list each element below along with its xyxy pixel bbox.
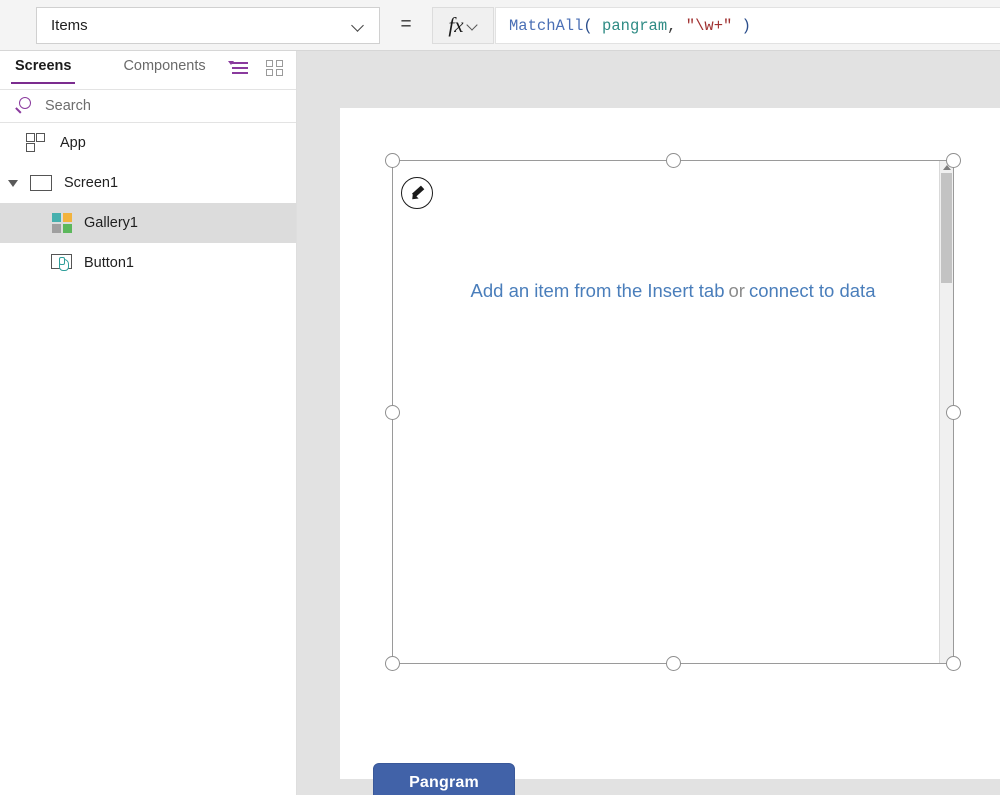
search-icon: [15, 96, 35, 116]
formula-token-string: "\w+": [685, 16, 733, 35]
resize-handle-middle-right[interactable]: [946, 404, 961, 420]
tree-item-label: Button1: [84, 255, 134, 271]
edit-gallery-button[interactable]: [401, 177, 433, 209]
formula-token-paren: ): [741, 16, 751, 35]
formula-bar: Items = fx MatchAll( pangram, "\w+" ): [0, 0, 1000, 51]
resize-handle-top-left[interactable]: [385, 153, 400, 168]
search-input[interactable]: Search: [45, 98, 91, 114]
tree-item-label: Screen1: [64, 175, 119, 191]
tree-item-app[interactable]: App: [0, 123, 296, 163]
app-layout-icon: [26, 133, 48, 153]
thumbnail-grid-icon[interactable]: [266, 59, 284, 77]
pangram-button[interactable]: Pangram: [373, 763, 515, 795]
formula-token-space: [732, 17, 741, 35]
formula-token-punct: ,: [667, 16, 677, 35]
gallery-control[interactable]: Add an item from the Insert tab or connect…: [385, 153, 961, 671]
placeholder-or-text: or: [728, 280, 745, 301]
fx-chevron-down-icon: [467, 20, 478, 31]
formula-token-ident: pangram: [602, 16, 668, 35]
screen-icon: [30, 174, 53, 192]
fx-icon: fx: [448, 13, 464, 37]
panel-tab-strip: Screens Components: [0, 51, 296, 89]
equals-sign: =: [400, 14, 412, 35]
screens-tree: App Screen1 Gallery1 Button1: [0, 123, 296, 283]
canvas-area: Add an item from the Insert tab or connect…: [297, 51, 1000, 795]
tree-item-button1[interactable]: Button1: [0, 243, 296, 283]
formula-token-fn: MatchAll: [509, 16, 584, 35]
resize-handle-bottom-left[interactable]: [385, 656, 400, 671]
pencil-icon: [409, 185, 426, 202]
tree-view-icon[interactable]: [228, 60, 248, 77]
gallery-empty-placeholder: Add an item from the Insert tab or connect…: [393, 279, 953, 303]
tab-screens[interactable]: Screens: [11, 58, 76, 85]
resize-handle-middle-left[interactable]: [385, 404, 400, 420]
resize-handle-top-right[interactable]: [946, 153, 961, 168]
fx-button[interactable]: fx: [432, 7, 494, 44]
powerapps-studio-window: Items = fx MatchAll( pangram, "\w+" ) Sc…: [0, 0, 1000, 795]
button-icon: [51, 253, 74, 273]
property-dropdown-label: Items: [51, 17, 88, 34]
resize-handle-bottom-middle[interactable]: [665, 656, 681, 671]
tree-item-screen1[interactable]: Screen1: [0, 163, 296, 203]
tree-item-label: App: [60, 135, 86, 151]
formula-token-space: [676, 17, 685, 35]
tree-item-label: Gallery1: [84, 215, 138, 231]
expand-triangle-icon[interactable]: [8, 180, 18, 187]
left-tree-panel: Screens Components Search App Screen1 Ga…: [0, 51, 297, 795]
scrollbar-thumb[interactable]: [941, 173, 952, 283]
tree-item-gallery1[interactable]: Gallery1: [0, 203, 296, 243]
gallery-icon: [52, 212, 73, 234]
resize-handle-top-middle[interactable]: [665, 153, 681, 168]
screen-canvas[interactable]: Add an item from the Insert tab or connect…: [340, 108, 1000, 795]
connect-to-data-link[interactable]: connect to data: [749, 280, 876, 301]
insert-tab-link[interactable]: Add an item from the Insert tab: [471, 280, 725, 301]
resize-handle-bottom-right[interactable]: [946, 656, 961, 671]
formula-token-space: [593, 17, 602, 35]
property-dropdown[interactable]: Items: [36, 7, 380, 44]
panel-tool-icons: [228, 59, 284, 77]
chevron-down-icon: [352, 19, 365, 32]
formula-input[interactable]: MatchAll( pangram, "\w+" ): [495, 7, 1000, 44]
formula-token-paren: (: [583, 16, 593, 35]
tab-components[interactable]: Components: [119, 58, 209, 84]
search-box[interactable]: Search: [0, 89, 296, 123]
